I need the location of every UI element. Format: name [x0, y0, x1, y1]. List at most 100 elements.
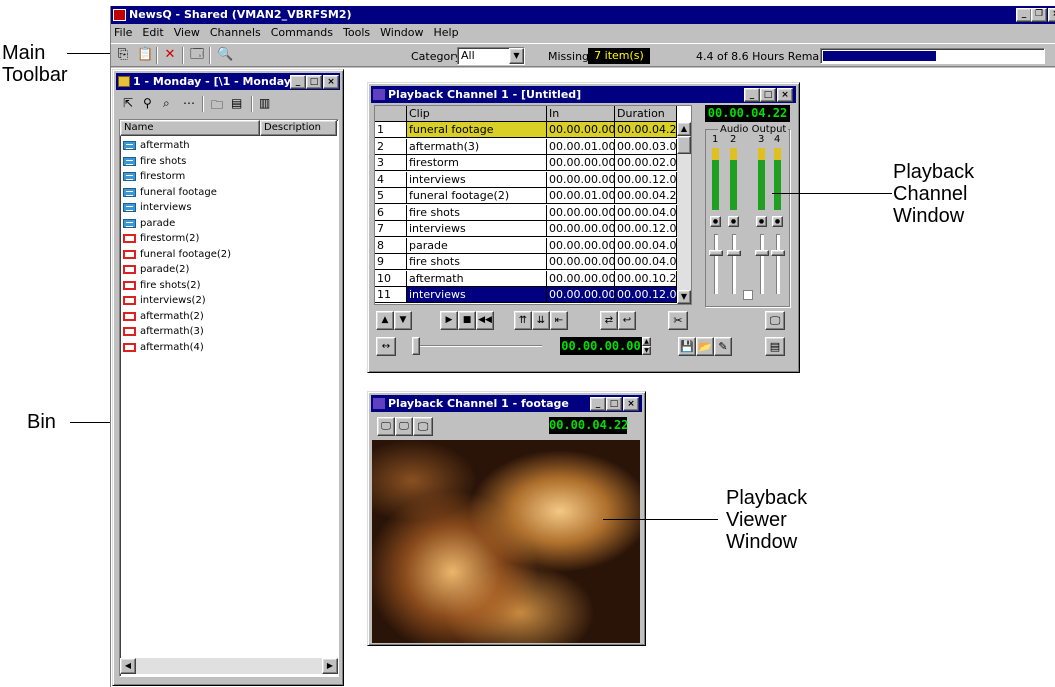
playlist-in-cell[interactable]: 00.00.00.00 [547, 204, 615, 221]
playlist-duration-cell[interactable]: 00.00.02.03 [615, 155, 677, 171]
find-clip-icon[interactable]: ⌕ [163, 96, 170, 111]
menu-file[interactable]: File [111, 24, 137, 42]
bin-list-item[interactable]: fire shots [123, 154, 186, 169]
loop-button[interactable]: ⇄ [600, 311, 618, 330]
playlist-clip-cell[interactable]: interviews [407, 171, 547, 188]
rewind-button[interactable]: ◀◀ [476, 311, 494, 330]
channel-maximize-button[interactable]: □ [760, 88, 776, 102]
bin-maximize-button[interactable]: □ [306, 75, 322, 89]
playlist-clip-cell[interactable]: aftermath(3) [407, 138, 547, 155]
copy-icon[interactable]: ⎘ [115, 47, 131, 63]
go-to-in-button[interactable]: ⇤ [550, 311, 568, 330]
column-header-description[interactable]: Description [260, 120, 337, 136]
position-timecode-display[interactable]: 00.00.00.00 [560, 337, 642, 355]
playlist-row-number[interactable]: 8 [375, 237, 407, 254]
playlist-row-number[interactable]: 9 [375, 254, 407, 270]
up-folder-icon[interactable]: ⇱ [123, 96, 133, 110]
audio-ch1-toggle[interactable]: ● [710, 216, 721, 227]
playlist-row-number[interactable]: 4 [375, 171, 407, 188]
bin-list-item[interactable]: parade [123, 216, 175, 231]
scroll-right-icon[interactable]: ▶ [322, 658, 338, 674]
playlist-in-cell[interactable]: 00.00.00.00 [547, 270, 615, 287]
playlist-clip-cell[interactable]: funeral footage [407, 122, 547, 138]
viewer-size-medium-icon[interactable]: 🖵 [395, 417, 413, 436]
bin-minimize-button[interactable]: _ [290, 75, 306, 89]
new-playlist-icon[interactable]: ✎ [714, 337, 732, 356]
save-icon[interactable]: 💾 [678, 337, 696, 356]
menu-tools[interactable]: Tools [338, 24, 375, 42]
playlist-row-number[interactable]: 11 [375, 287, 407, 303]
timecode-down-icon[interactable]: ▼ [642, 346, 651, 355]
viewer-maximize-button[interactable]: □ [606, 397, 622, 411]
bin-list-item[interactable]: funeral footage(2) [123, 247, 231, 262]
menu-edit[interactable]: Edit [137, 24, 168, 42]
audio-ch4-toggle[interactable]: ● [772, 216, 783, 227]
audio-fader-1[interactable] [714, 234, 718, 294]
playlist-in-cell[interactable]: 00.00.00.00 [547, 287, 615, 303]
playlist-clip-cell[interactable]: funeral footage(2) [407, 188, 547, 204]
app-restore-button[interactable]: ❐ [1031, 8, 1047, 22]
scroll-thumb[interactable] [677, 136, 691, 154]
search-icon[interactable]: 🔍 [217, 47, 233, 63]
audio-ch3-toggle[interactable]: ● [756, 216, 767, 227]
playlist-in-cell[interactable]: 00.00.00.00 [547, 171, 615, 188]
audio-fader-knob-3[interactable] [755, 250, 769, 256]
playlist-vertical-scrollbar[interactable]: ▲ ▼ [677, 122, 691, 304]
properties-icon[interactable]: 🗔 [189, 47, 205, 63]
bin-list-item[interactable]: aftermath [123, 138, 190, 153]
menu-window[interactable]: Window [375, 24, 428, 42]
playlist-in-cell[interactable]: 00.00.00.00 [547, 122, 615, 138]
playback-channel-title-bar[interactable]: Playback Channel 1 - [Untitled] [371, 86, 796, 103]
monitor-icon[interactable]: 🖵 [765, 311, 785, 330]
bin-list-item[interactable]: interviews(2) [123, 293, 206, 308]
open-folder-icon[interactable]: 📂 [696, 337, 714, 356]
column-header-duration[interactable]: Duration [615, 106, 677, 122]
playlist-row-number[interactable]: 6 [375, 204, 407, 221]
viewer-close-button[interactable]: × [623, 397, 639, 411]
delete-icon[interactable]: ✕ [162, 47, 178, 63]
return-button[interactable]: ↩ [618, 311, 636, 330]
binoculars-icon[interactable]: ⚲ [143, 96, 152, 110]
chevron-down-icon[interactable]: ▼ [509, 48, 524, 64]
scissors-icon[interactable]: ✂ [668, 311, 688, 330]
playlist-row-number[interactable]: 7 [375, 221, 407, 237]
playlist-clip-cell[interactable]: firestorm [407, 155, 547, 171]
menu-channels[interactable]: Channels [205, 24, 266, 42]
playlist-clip-cell[interactable]: fire shots [407, 204, 547, 221]
bin-list-item[interactable]: aftermath(4) [123, 340, 204, 355]
menu-view[interactable]: View [169, 24, 205, 42]
position-slider[interactable] [412, 345, 542, 347]
playlist-duration-cell[interactable]: 00.00.04.01 [615, 254, 677, 270]
position-slider-thumb[interactable] [412, 337, 420, 355]
channel-minimize-button[interactable]: _ [744, 88, 760, 102]
audio-fader-knob-1[interactable] [709, 250, 723, 256]
playlist-row-number[interactable]: 1 [375, 122, 407, 138]
expand-timeline-button[interactable]: ↔ [376, 337, 396, 356]
playlist-row-number[interactable]: 5 [375, 188, 407, 204]
playlist-duration-cell[interactable]: 00.00.03.04 [615, 138, 677, 155]
stop-button[interactable]: ■ [458, 311, 476, 330]
playlist-duration-cell[interactable]: 00.00.04.22 [615, 122, 677, 138]
paste-icon[interactable]: 📋 [137, 47, 153, 63]
playlist-duration-cell[interactable]: 00.00.12.07 [615, 221, 677, 237]
playlist-in-cell[interactable]: 00.00.00.00 [547, 237, 615, 254]
playlist-duration-cell[interactable]: 00.00.10.23 [615, 270, 677, 287]
playlist-row-number[interactable]: 2 [375, 138, 407, 155]
audio-fader-2[interactable] [732, 234, 736, 294]
app-minimize-button[interactable]: _ [1016, 8, 1032, 22]
audio-link-checkbox[interactable] [743, 290, 753, 300]
column-header-name[interactable]: Name [120, 120, 260, 136]
go-to-end-button[interactable]: ⇊ [532, 311, 550, 330]
column-header-clip[interactable]: Clip [407, 106, 547, 122]
playlist-duration-cell[interactable]: 00.00.04.09 [615, 237, 677, 254]
app-title-bar[interactable]: NewsQ - Shared (VMAN2_VBRFSM2) _ ❐ × [111, 6, 1055, 24]
audio-ch2-toggle[interactable]: ● [728, 216, 739, 227]
bin-list-item[interactable]: parade(2) [123, 262, 189, 277]
playlist-in-cell[interactable]: 00.00.01.00 [547, 138, 615, 155]
playlist-duration-cell[interactable]: 00.00.04.22 [615, 188, 677, 204]
bin-horizontal-scrollbar[interactable]: ◀ ▶ [120, 658, 338, 674]
column-header-in[interactable]: In [547, 106, 615, 122]
audio-fader-4[interactable] [776, 234, 780, 294]
playlist-duration-cell[interactable]: 00.00.12.07 [615, 171, 677, 188]
columns-icon[interactable]: ▥ [259, 96, 270, 110]
